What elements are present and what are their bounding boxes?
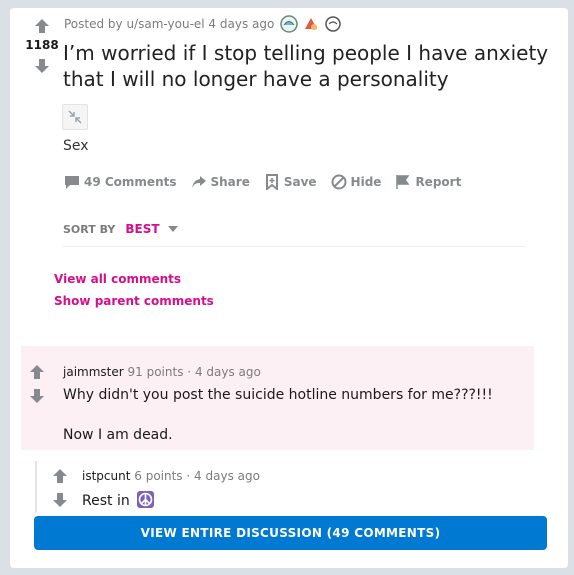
expand-media-button[interactable]	[62, 104, 88, 130]
comment-upvote-icon[interactable]	[29, 364, 45, 380]
reply-meta: istpcunt 6 points · 4 days ago	[82, 469, 260, 483]
reply-time[interactable]: 4 days ago	[194, 469, 260, 483]
sort-dropdown[interactable]: BEST	[125, 222, 178, 236]
award-icon-1	[280, 15, 299, 33]
post-actions: 49 Comments Share Save Hide Report	[64, 174, 461, 190]
thread-line[interactable]	[35, 461, 37, 513]
save-label: Save	[283, 175, 317, 189]
report-label: Report	[415, 175, 462, 189]
sort-label: SORT BY	[63, 222, 116, 236]
view-entire-discussion-button[interactable]: VIEW ENTIRE DISCUSSION (49 COMMENTS)	[34, 516, 547, 550]
view-all-comments-link[interactable]: View all comments	[54, 272, 181, 286]
peace-emoji-icon	[137, 491, 155, 508]
comments-label: 49 Comments	[84, 175, 177, 189]
post-title[interactable]: I’m worried if I stop telling people I h…	[63, 40, 563, 92]
hide-icon	[331, 174, 347, 190]
post-meta-text[interactable]: Posted by u/sam-you-el 4 days ago	[64, 17, 274, 31]
reply-points: 6 points	[134, 469, 183, 483]
comment-time[interactable]: 4 days ago	[195, 365, 261, 379]
reply-author[interactable]: istpcunt	[82, 469, 130, 483]
bookmark-icon	[265, 174, 278, 190]
comment-points: 91 points	[127, 365, 184, 379]
expand-icon	[68, 110, 82, 124]
share-label: Share	[210, 175, 250, 189]
show-parent-comments-link[interactable]: Show parent comments	[54, 294, 214, 308]
reply-separator: ·	[186, 469, 191, 483]
comment-body-line1: Why didn't you post the suicide hotline …	[63, 387, 493, 403]
save-button[interactable]: Save	[264, 174, 317, 190]
post-meta: Posted by u/sam-you-el 4 days ago	[64, 15, 342, 33]
post-vote-column: 1188	[20, 18, 64, 74]
comment-separator: ·	[187, 365, 192, 379]
award-icon-2	[305, 18, 318, 30]
sort-bar: SORT BY BEST	[63, 222, 525, 247]
upvote-icon[interactable]	[34, 18, 50, 34]
reply-downvote-icon[interactable]	[52, 492, 68, 508]
hide-label: Hide	[350, 175, 382, 189]
comment-body-line2: Now I am dead.	[63, 427, 173, 443]
post-card: 1188 Posted by u/sam-you-el 4 days ago I…	[10, 8, 568, 568]
share-button[interactable]: Share	[191, 174, 250, 190]
reply-upvote-icon[interactable]	[52, 468, 68, 484]
comment-downvote-icon[interactable]	[29, 388, 45, 404]
report-button[interactable]: Report	[395, 174, 461, 190]
comment-icon	[65, 176, 79, 189]
award-icon-3	[325, 16, 342, 32]
chevron-down-icon	[167, 226, 178, 232]
post-score: 1188	[25, 38, 59, 52]
post-flair: Sex	[63, 138, 89, 154]
downvote-icon[interactable]	[34, 58, 50, 74]
reply-body: Rest in	[82, 491, 155, 509]
sort-value: BEST	[125, 222, 160, 236]
share-icon	[191, 176, 206, 188]
comment-author[interactable]: jaimmster	[63, 365, 124, 379]
comment-meta: jaimmster 91 points · 4 days ago	[63, 365, 261, 379]
awards[interactable]	[280, 15, 342, 33]
comments-button[interactable]: 49 Comments	[64, 174, 177, 190]
hide-button[interactable]: Hide	[331, 174, 382, 190]
flag-icon	[396, 175, 410, 189]
reply-text: Rest in	[82, 493, 130, 509]
